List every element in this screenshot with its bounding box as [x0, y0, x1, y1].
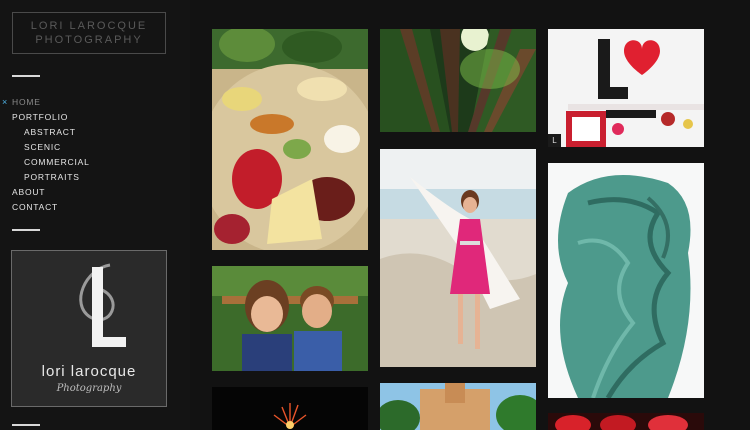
nav-item-portraits[interactable]: PORTRAITS	[0, 170, 190, 185]
nav-item-abstract[interactable]: ABSTRACT	[0, 125, 190, 140]
nav-item-scenic[interactable]: SCENIC	[0, 140, 190, 155]
nav-item-contact[interactable]: CONTACT	[0, 200, 190, 215]
nav-item-label: SCENIC	[24, 142, 61, 152]
site-logo[interactable]: LORI LAROCQUE PHOTOGRAPHY	[12, 12, 166, 54]
brand-tagline: Photography	[56, 383, 122, 394]
nav-item-label: COMMERCIAL	[24, 157, 90, 167]
brand-monogram-icon	[79, 263, 126, 347]
charcuterie-board-photo[interactable]	[212, 29, 368, 250]
divider	[12, 229, 40, 231]
nav-item-label: PORTRAITS	[24, 172, 80, 182]
sidebar: LORI LAROCQUE PHOTOGRAPHY × HOME PORTFOL…	[0, 0, 190, 430]
nav-item-label: ABSTRACT	[24, 127, 76, 137]
fireworks-photo[interactable]	[212, 387, 368, 430]
active-marker-icon: ×	[2, 97, 9, 107]
love-valentines-photo[interactable]: L	[548, 29, 704, 147]
site-title-line2: PHOTOGRAPHY	[35, 34, 143, 46]
photo-corner-badge: L	[548, 134, 561, 147]
divider	[12, 424, 40, 426]
nav-item-label: CONTACT	[12, 202, 59, 212]
site-title-line1: LORI LAROCQUE	[30, 20, 148, 32]
nav-item-about[interactable]: ABOUT	[0, 185, 190, 200]
forest-canopy-photo[interactable]	[380, 29, 536, 132]
balboa-park-tower-photo[interactable]	[380, 383, 536, 430]
nav-item-home[interactable]: × HOME	[0, 95, 190, 110]
brand-name: lori larocque	[41, 363, 137, 380]
nav-item-label: PORTFOLIO	[12, 112, 69, 122]
children-portrait-photo[interactable]	[212, 266, 368, 371]
nav-item-commercial[interactable]: COMMERCIAL	[0, 155, 190, 170]
brand-card[interactable]: lori larocque Photography	[11, 250, 167, 407]
nav-item-label: ABOUT	[12, 187, 46, 197]
red-roses-photo[interactable]	[548, 413, 704, 430]
statue-of-liberty-drape-photo[interactable]	[548, 163, 704, 398]
divider	[12, 75, 40, 77]
main-nav: × HOME PORTFOLIO ABSTRACT SCENIC COMMERC…	[0, 95, 190, 215]
nav-item-label: HOME	[12, 97, 41, 107]
beach-girl-pink-dress-photo[interactable]	[380, 149, 536, 367]
nav-item-portfolio[interactable]: PORTFOLIO	[0, 110, 190, 125]
